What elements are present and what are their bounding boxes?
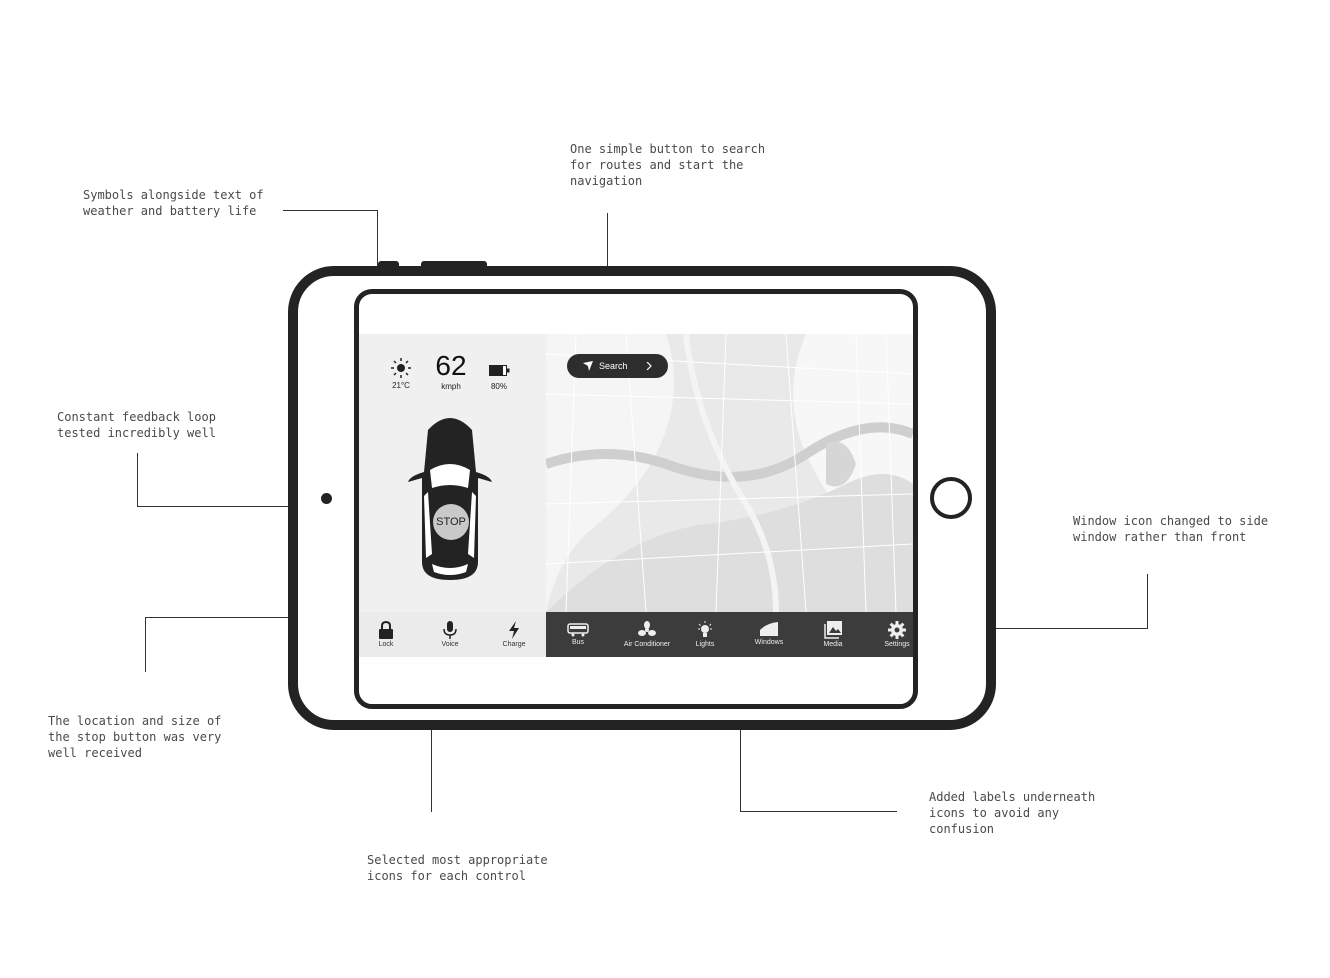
leader-line (137, 453, 138, 507)
front-camera (321, 493, 332, 504)
lightning-icon (509, 621, 519, 639)
windows-label: Windows (754, 639, 784, 646)
image-icon (824, 621, 842, 639)
annotation-labels: Added labels underneath icons to avoid a… (929, 790, 1096, 836)
leader-line (137, 506, 288, 507)
voice-button[interactable]: Voice (430, 612, 470, 657)
annotation-stop: The location and size of the stop button… (48, 714, 222, 760)
lightbulb-icon (698, 621, 712, 637)
leader-line (283, 210, 378, 211)
sun-icon (391, 358, 411, 378)
leader-line (996, 628, 1148, 629)
voice-label: Voice (441, 641, 459, 648)
windows-button[interactable]: Windows (749, 612, 789, 657)
fan-icon (638, 621, 656, 636)
car-dashboard-screen: 21°C 62 kmph 80% STOP Search Lock Voice … (359, 334, 913, 657)
lights-label: Lights (695, 641, 715, 648)
navigation-arrow-icon (583, 361, 593, 371)
lock-icon (379, 621, 393, 639)
air-conditioner-label: Air Conditioner (623, 641, 671, 648)
lights-button[interactable]: Lights (685, 612, 725, 657)
chevron-right-icon (646, 362, 652, 370)
temperature-value: 21°C (392, 381, 410, 390)
charge-button[interactable]: Charge (494, 612, 534, 657)
air-conditioner-button[interactable]: Air Conditioner (617, 612, 677, 657)
media-button[interactable]: Media (813, 612, 853, 657)
speed-unit: kmph (441, 382, 461, 391)
annotation-search: One simple button to search for routes a… (570, 142, 766, 188)
annotation-icons: Selected most appropriate icons for each… (367, 853, 548, 883)
search-label: Search (599, 361, 628, 371)
leader-line (740, 811, 897, 812)
settings-button[interactable]: Settings (877, 612, 913, 657)
car-top-view (408, 418, 492, 580)
bus-icon (567, 623, 589, 637)
control-bar-secondary: Bus Air Conditioner Lights Windows Media… (546, 612, 913, 657)
leader-line (607, 213, 608, 266)
gear-icon (888, 621, 906, 639)
lock-button[interactable]: Lock (366, 612, 406, 657)
lock-label: Lock (378, 641, 394, 648)
annotation-symbols: Symbols alongside text of weather and ba… (83, 188, 264, 218)
speed-value: 62 (435, 350, 467, 381)
settings-label: Settings (884, 641, 910, 648)
leader-line (145, 617, 288, 618)
side-window-icon (760, 622, 778, 636)
status-panel: 21°C 62 kmph 80% STOP (359, 334, 546, 612)
leader-line (377, 210, 378, 266)
microphone-icon (443, 621, 457, 639)
control-bar-primary: Lock Voice Charge (359, 612, 546, 657)
bus-button[interactable]: Bus (558, 612, 598, 657)
battery-value: 80% (490, 382, 507, 391)
home-button (930, 477, 972, 519)
media-label: Media (823, 641, 843, 648)
annotation-window: Window icon changed to side window rathe… (1073, 514, 1269, 544)
search-button[interactable]: Search (567, 354, 668, 378)
leader-line (1147, 574, 1148, 629)
annotation-feedback: Constant feedback loop tested incredibly… (57, 410, 216, 440)
stop-button[interactable]: STOP (433, 504, 469, 540)
charge-label: Charge (502, 641, 526, 648)
leader-line (431, 730, 432, 812)
bus-label: Bus (571, 639, 585, 646)
leader-line (145, 617, 146, 672)
leader-line (740, 730, 741, 812)
battery-icon (489, 365, 510, 376)
navigation-map[interactable]: Search (546, 334, 913, 612)
